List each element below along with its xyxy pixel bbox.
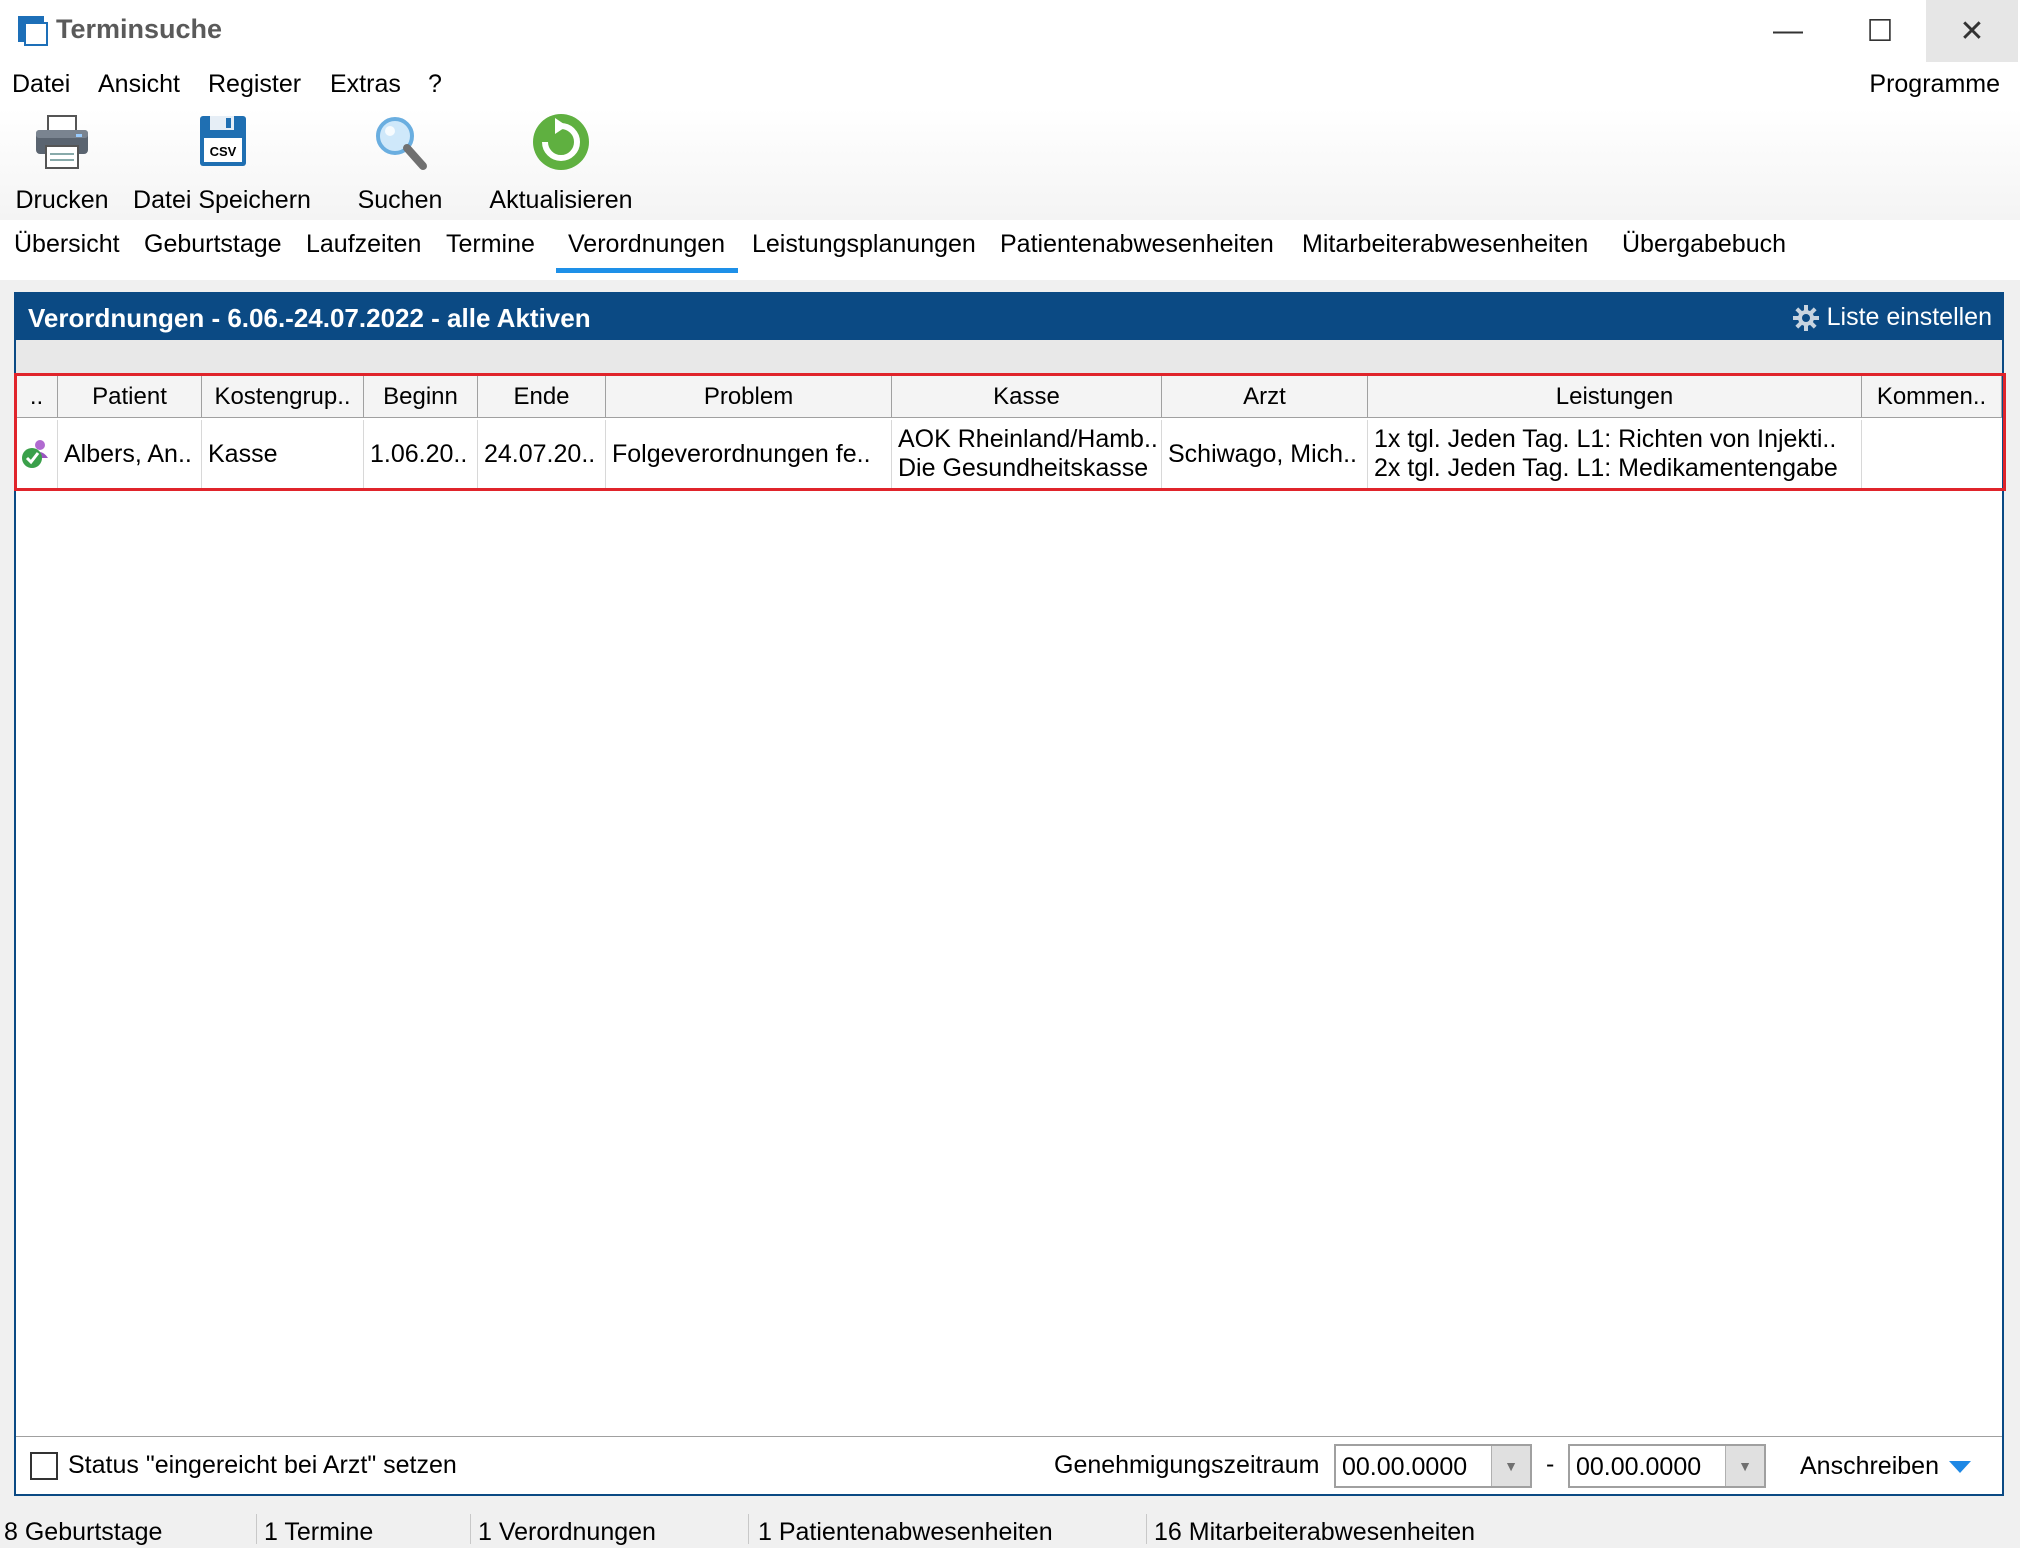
printer-icon xyxy=(36,115,88,169)
submitted-to-doctor-label[interactable]: Status "eingereicht bei Arzt" setzen xyxy=(68,1451,457,1480)
date-to-field[interactable]: 00.00.0000 ▼ xyxy=(1568,1444,1766,1488)
approval-period-label: Genehmigungszeitraum xyxy=(1054,1451,1320,1479)
status-birthdays: 8 Geburtstage xyxy=(4,1518,163,1546)
tab-uebergabebuch[interactable]: Übergabebuch xyxy=(1622,230,1786,259)
tab-verordnungen[interactable]: Verordnungen xyxy=(568,230,725,259)
configure-list-button[interactable]: Liste einstellen xyxy=(1792,303,1992,332)
status-separator xyxy=(256,1514,257,1544)
tab-laufzeiten[interactable]: Laufzeiten xyxy=(306,230,421,259)
menu-help[interactable]: ? xyxy=(428,70,442,99)
table-cell-kasse[interactable]: AOK Rheinland/Hamb.. Die Gesundheitskass… xyxy=(892,420,1162,488)
tab-geburtstage[interactable]: Geburtstage xyxy=(144,230,282,259)
column-header-patient[interactable]: Patient xyxy=(58,376,202,418)
gear-icon xyxy=(1792,304,1819,331)
chevron-down-icon[interactable]: ▼ xyxy=(1725,1446,1764,1486)
date-to-value: 00.00.0000 xyxy=(1576,1453,1702,1481)
chevron-down-icon[interactable]: ▼ xyxy=(1491,1446,1530,1486)
tab-leistungsplanungen[interactable]: Leistungsplanungen xyxy=(752,230,976,259)
table-cell-patient[interactable]: Albers, An.. xyxy=(58,420,202,488)
table-row-status[interactable] xyxy=(16,420,58,488)
date-from-field[interactable]: 00.00.0000 ▼ xyxy=(1334,1444,1532,1488)
table-cell-ende[interactable]: 24.07.20.. xyxy=(478,420,606,488)
tab-patientenabwesenheiten[interactable]: Patientenabwesenheiten xyxy=(1000,230,1274,259)
status-separator xyxy=(1146,1514,1147,1544)
date-range-separator: - xyxy=(1546,1450,1555,1478)
menu-programme[interactable]: Programme xyxy=(1869,70,2000,99)
app-icon xyxy=(18,16,48,46)
dropdown-arrow-icon xyxy=(1948,1460,1971,1473)
table-cell-leistungen[interactable]: 1x tgl. Jeden Tag. L1: Richten von Injek… xyxy=(1368,420,1862,488)
column-header-kasse[interactable]: Kasse xyxy=(892,376,1162,418)
kasse-line-1: AOK Rheinland/Hamb.. xyxy=(898,425,1158,453)
window-title: Terminsuche xyxy=(56,14,223,44)
refresh-label: Aktualisieren xyxy=(489,186,633,214)
footer-divider xyxy=(16,1436,2002,1437)
column-header-beginn[interactable]: Beginn xyxy=(364,376,478,418)
letter-label: Anschreiben xyxy=(1800,1452,1939,1480)
search-label: Suchen xyxy=(357,186,443,214)
print-label: Drucken xyxy=(15,186,109,214)
floppy-csv-icon: CSV xyxy=(200,116,246,166)
status-staff-absences: 16 Mitarbeiterabwesenheiten xyxy=(1154,1518,1476,1546)
menu-bar xyxy=(0,62,2020,108)
configure-list-label: Liste einstellen xyxy=(1826,303,1992,331)
table-cell-arzt[interactable]: Schiwago, Mich.. xyxy=(1162,420,1368,488)
column-header-status[interactable]: .. xyxy=(16,376,58,418)
table-cell-kommentar[interactable] xyxy=(1862,420,2002,488)
status-separator xyxy=(470,1514,471,1544)
menu-register[interactable]: Register xyxy=(208,70,301,99)
refresh-icon xyxy=(533,114,589,170)
kasse-line-2: Die Gesundheitskasse xyxy=(898,454,1149,482)
save-file-label: Datei Speichern xyxy=(133,186,311,214)
column-header-leistungen[interactable]: Leistungen xyxy=(1368,376,1862,418)
column-header-kostengruppe[interactable]: Kostengrup.. xyxy=(202,376,364,418)
tab-uebersicht[interactable]: Übersicht xyxy=(14,230,120,259)
status-patient-absences: 1 Patientenabwesenheiten xyxy=(758,1518,1053,1546)
tab-mitarbeiterabwesenheiten[interactable]: Mitarbeiterabwesenheiten xyxy=(1302,230,1588,259)
menu-extras[interactable]: Extras xyxy=(330,70,401,99)
status-separator xyxy=(748,1514,749,1544)
print-button[interactable]: Drucken xyxy=(12,108,112,218)
submitted-to-doctor-checkbox[interactable] xyxy=(30,1452,58,1480)
column-header-problem[interactable]: Problem xyxy=(606,376,892,418)
maximize-button[interactable]: ☐ xyxy=(1834,0,1926,62)
status-prescriptions: 1 Verordnungen xyxy=(478,1518,656,1546)
save-file-button[interactable]: CSV Datei Speichern xyxy=(128,108,316,218)
status-appointments: 1 Termine xyxy=(264,1518,374,1546)
column-header-arzt[interactable]: Arzt xyxy=(1162,376,1368,418)
csv-badge: CSV xyxy=(210,144,237,159)
search-button[interactable]: Suchen xyxy=(346,108,454,218)
patient-approved-icon xyxy=(22,440,48,468)
letter-dropdown-button[interactable]: Anschreiben xyxy=(1800,1452,1971,1481)
leistungen-line-1: 1x tgl. Jeden Tag. L1: Richten von Injek… xyxy=(1374,425,1837,453)
group-header-row xyxy=(16,340,2002,374)
active-tab-indicator xyxy=(556,268,738,273)
menu-ansicht[interactable]: Ansicht xyxy=(98,70,180,99)
date-from-value: 00.00.0000 xyxy=(1342,1453,1468,1481)
table-cell-kostengruppe[interactable]: Kasse xyxy=(202,420,364,488)
table-cell-problem[interactable]: Folgeverordnungen fe.. xyxy=(606,420,892,488)
leistungen-line-2: 2x tgl. Jeden Tag. L1: Medikamentengabe xyxy=(1374,454,1838,482)
column-header-kommentar[interactable]: Kommen.. xyxy=(1862,376,2002,418)
column-header-ende[interactable]: Ende xyxy=(478,376,606,418)
minimize-button[interactable]: — xyxy=(1742,0,1834,62)
tab-termine[interactable]: Termine xyxy=(446,230,535,259)
refresh-button[interactable]: Aktualisieren xyxy=(484,108,638,218)
panel-title: Verordnungen - 6.06.-24.07.2022 - alle A… xyxy=(28,303,591,333)
title-bar xyxy=(0,0,2020,62)
close-button[interactable]: ✕ xyxy=(1926,0,2018,62)
magnifier-icon xyxy=(376,117,427,170)
menu-datei[interactable]: Datei xyxy=(12,70,70,99)
table-cell-beginn[interactable]: 1.06.20.. xyxy=(364,420,478,488)
